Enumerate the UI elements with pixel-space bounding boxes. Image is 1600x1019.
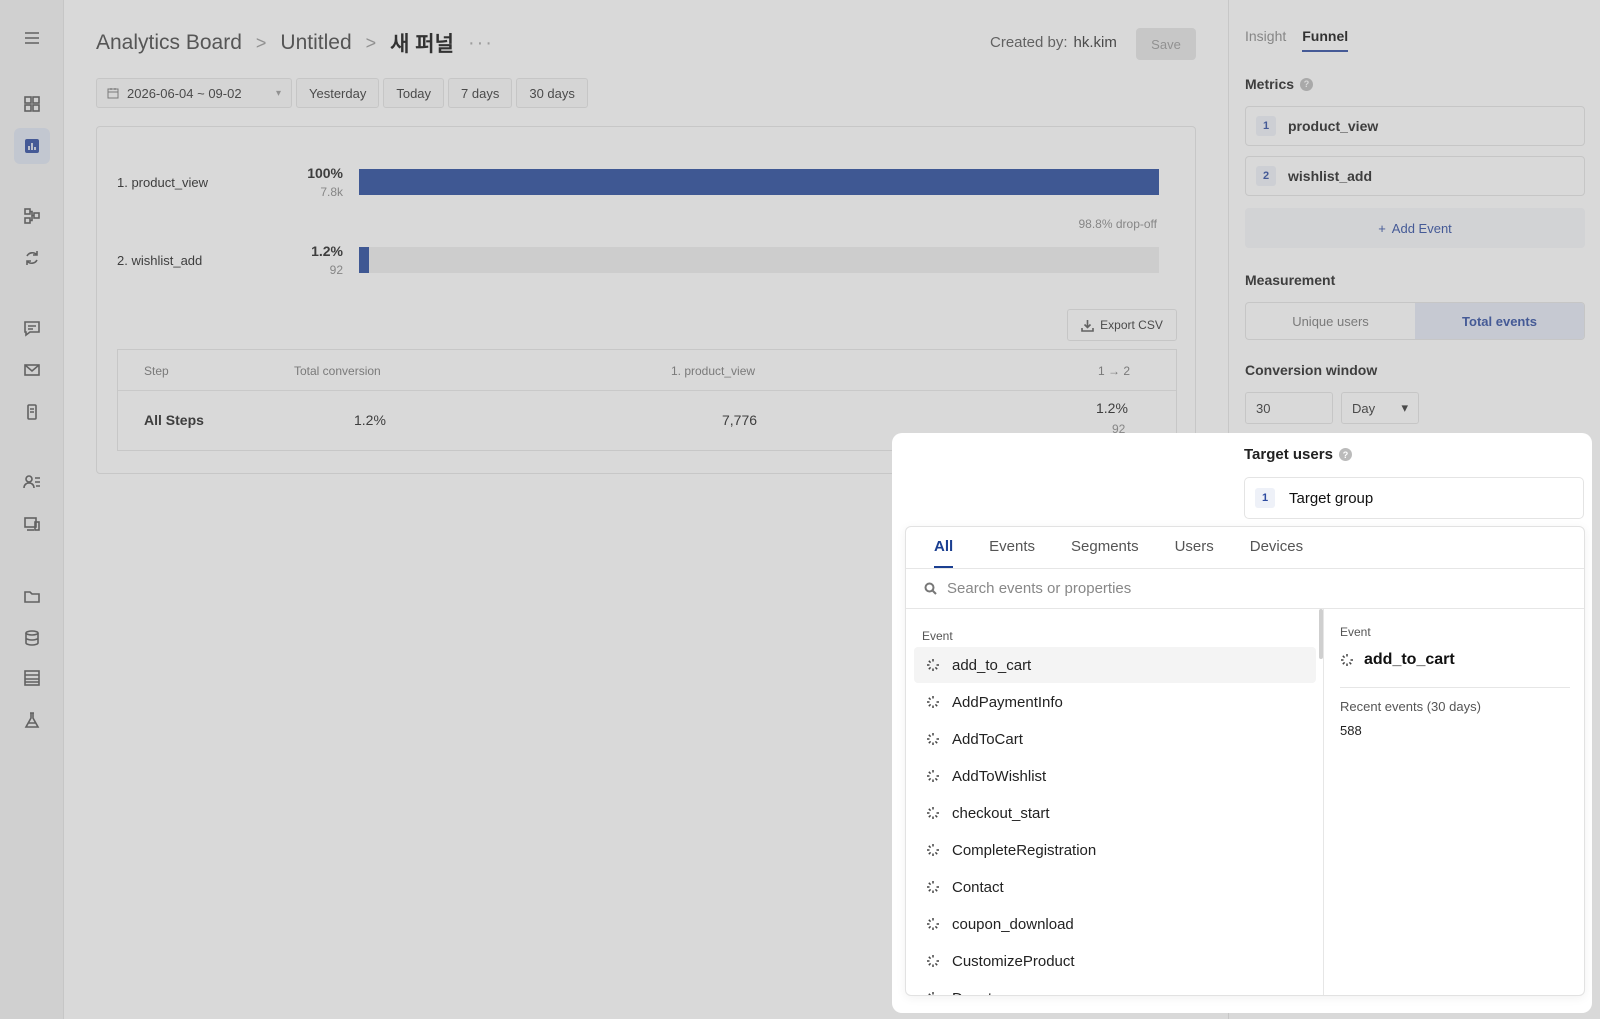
event-detail: Event add_to_cart Recent events (30 days…	[1324, 609, 1584, 995]
event-list: Event add_to_cart AddPaymentInfo AddToCart…	[906, 609, 1324, 996]
tab-users[interactable]: Users	[1175, 527, 1214, 568]
click-icon	[926, 732, 940, 746]
event-name: add_to_cart	[952, 656, 1032, 674]
click-icon	[926, 843, 940, 857]
tab-devices[interactable]: Devices	[1250, 527, 1303, 568]
recent-events-value: 588	[1340, 723, 1362, 738]
detail-name-label: add_to_cart	[1364, 651, 1455, 668]
tab-events[interactable]: Events	[989, 527, 1035, 568]
event-name: AddPaymentInfo	[952, 693, 1063, 711]
event-name: CustomizeProduct	[952, 952, 1075, 970]
target-users-label: Target users	[1244, 446, 1333, 463]
target-users-title: Target users?	[1244, 446, 1352, 463]
event-list-item[interactable]: Contact	[914, 869, 1316, 905]
event-picker-popover: All Events Segments Users Devices Event …	[905, 526, 1585, 996]
picker-search	[906, 569, 1584, 609]
event-name: CompleteRegistration	[952, 841, 1097, 859]
target-group-name: Target group	[1289, 489, 1374, 507]
search-input[interactable]	[947, 580, 1547, 597]
list-category: Event	[922, 629, 953, 643]
event-list-item[interactable]: AddToWishlist	[914, 758, 1316, 794]
event-list-item[interactable]: CompleteRegistration	[914, 832, 1316, 868]
event-name: AddToCart	[952, 730, 1023, 748]
target-number: 1	[1255, 488, 1275, 508]
click-icon	[926, 991, 940, 995]
event-name: AddToWishlist	[952, 767, 1047, 785]
tab-all[interactable]: All	[934, 527, 954, 568]
detail-category: Event	[1340, 625, 1371, 639]
scrollbar[interactable]	[1319, 609, 1323, 659]
click-icon	[926, 769, 940, 783]
click-icon	[926, 695, 940, 709]
event-list-item[interactable]: CustomizeProduct	[914, 943, 1316, 979]
event-list-item[interactable]: checkout_start	[914, 795, 1316, 831]
detail-event-name: add_to_cart	[1340, 651, 1455, 669]
click-icon	[926, 806, 940, 820]
event-list-item[interactable]: coupon_download	[914, 906, 1316, 942]
help-icon[interactable]: ?	[1338, 448, 1352, 461]
search-icon	[924, 582, 937, 595]
event-list-item[interactable]: AddToCart	[914, 721, 1316, 757]
picker-tabs: All Events Segments Users Devices	[906, 527, 1584, 569]
tab-segments[interactable]: Segments	[1071, 527, 1139, 568]
click-icon	[926, 880, 940, 894]
target-group-item[interactable]: 1 Target group	[1244, 477, 1584, 519]
event-name: coupon_download	[952, 915, 1074, 933]
recent-events-label: Recent events (30 days)	[1340, 699, 1481, 714]
event-list-item[interactable]: Donate	[914, 980, 1316, 996]
click-icon	[926, 954, 940, 968]
event-name: Donate	[952, 990, 1000, 996]
event-name: checkout_start	[952, 804, 1050, 822]
click-icon	[926, 917, 940, 931]
event-name: Contact	[952, 878, 1004, 896]
click-icon	[926, 658, 940, 672]
event-list-item[interactable]: add_to_cart	[914, 647, 1316, 683]
event-list-item[interactable]: AddPaymentInfo	[914, 684, 1316, 720]
click-icon	[1340, 653, 1354, 667]
divider	[1340, 687, 1570, 688]
